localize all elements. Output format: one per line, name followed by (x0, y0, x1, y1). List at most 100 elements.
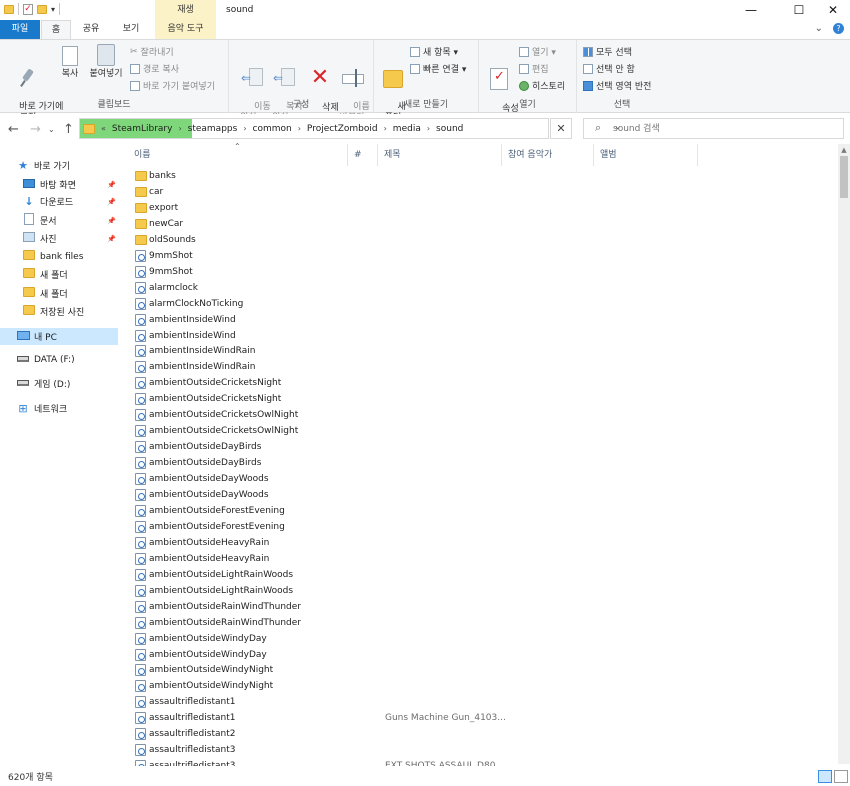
minimize-button[interactable]: — (734, 0, 768, 20)
search-input[interactable] (613, 121, 833, 136)
address-bar[interactable]: « SteamLibrary › steamapps › common › Pr… (79, 118, 622, 139)
file-row[interactable]: assaultrifledistant3 (130, 742, 830, 758)
file-row[interactable]: ambientInsideWindRain (130, 359, 830, 375)
file-row[interactable]: 9mmShot (130, 248, 830, 264)
sidebar-item[interactable]: bank files (0, 248, 118, 265)
breadcrumb-item[interactable]: SteamLibrary (112, 124, 173, 134)
paste-shortcut-button[interactable]: 바로 가기 붙여넣기 (130, 79, 215, 92)
file-row[interactable]: ambientInsideWind (130, 328, 830, 344)
file-row[interactable]: assaultrifledistant1 (130, 694, 830, 710)
select-all-button[interactable]: 모두 선택 (583, 45, 632, 58)
breadcrumb-separator[interactable]: › (243, 124, 246, 133)
breadcrumb-separator[interactable]: › (178, 124, 181, 133)
breadcrumb-separator[interactable]: › (384, 124, 387, 133)
paste-button[interactable]: 붙여넣기 (86, 44, 126, 80)
sidebar-item[interactable]: 저장된 사진 (0, 303, 118, 320)
file-row[interactable]: ambientInsideWindRain (130, 343, 830, 359)
customize-toolbar-dropdown[interactable]: ▾ (51, 5, 55, 14)
file-row[interactable]: banks (130, 168, 830, 184)
details-view-button[interactable] (818, 770, 832, 783)
file-row[interactable]: 9mmShot (130, 264, 830, 280)
file-row[interactable]: ambientOutsideDayBirds (130, 455, 830, 471)
file-row[interactable]: ambientInsideWind (130, 312, 830, 328)
tab-share[interactable]: 공유 (74, 20, 108, 39)
folder-icon[interactable] (4, 4, 14, 14)
invert-selection-button[interactable]: 선택 영역 반전 (583, 79, 651, 92)
file-row[interactable]: ambientOutsideCricketsNight (130, 391, 830, 407)
cut-button[interactable]: ✂ 잘라내기 (130, 45, 174, 59)
file-row[interactable]: ambientOutsideCricketsNight (130, 375, 830, 391)
vertical-scrollbar[interactable]: ▲ (838, 144, 850, 764)
sidebar-item[interactable]: DATA (F:) (0, 351, 118, 368)
back-button[interactable]: ← (8, 122, 19, 137)
breadcrumb-item[interactable]: ProjectZomboid (307, 124, 378, 134)
close-button[interactable]: ✕ (816, 0, 850, 20)
sidebar-item[interactable]: ★ 바로 가기 (0, 157, 118, 174)
file-row[interactable]: ambientOutsideRainWindThunder (130, 615, 830, 631)
edit-button[interactable]: 편집 (519, 62, 549, 75)
file-row[interactable]: ambientOutsideDayBirds (130, 439, 830, 455)
tab-home[interactable]: 홈 (41, 20, 71, 40)
tab-view[interactable]: 보기 (112, 20, 150, 39)
file-row[interactable]: ambientOutsideWindyDay (130, 647, 830, 663)
breadcrumb-separator[interactable]: › (298, 124, 301, 133)
sidebar-item[interactable]: 문서 📌 (0, 212, 118, 229)
clear-address-button[interactable]: ✕ (550, 118, 572, 139)
forward-button[interactable]: → (30, 122, 41, 137)
open-button[interactable]: 열기 ▾ (519, 45, 556, 58)
file-row[interactable]: ambientOutsideHeavyRain (130, 535, 830, 551)
sidebar-item[interactable]: 게임 (D:) (0, 375, 118, 392)
file-row[interactable]: ambientOutsideRainWindThunder (130, 599, 830, 615)
file-row[interactable]: ambientOutsideWindyNight (130, 662, 830, 678)
file-row[interactable]: alarmClockNoTicking (130, 296, 830, 312)
column-header-artist[interactable]: 참여 음악가 (504, 144, 594, 166)
sidebar-item[interactable]: ⊞ 네트워크 (0, 400, 118, 417)
sidebar-item[interactable]: 바탕 화면 📌 (0, 176, 118, 193)
breadcrumb-separator[interactable]: › (427, 124, 430, 133)
maximize-button[interactable]: ☐ (782, 0, 816, 20)
sidebar-item[interactable]: 새 폴더 (0, 266, 118, 283)
file-row[interactable]: ambientOutsideWindyNight (130, 678, 830, 694)
sidebar-item[interactable]: 새 폴더 (0, 285, 118, 302)
up-button[interactable]: ↑ (63, 122, 74, 137)
file-row[interactable]: ambientOutsideCricketsOwlNight (130, 407, 830, 423)
breadcrumb-item[interactable]: common (253, 124, 292, 134)
file-row[interactable]: car (130, 184, 830, 200)
breadcrumb-item[interactable]: media (393, 124, 421, 134)
file-row[interactable]: ambientOutsideWindyDay (130, 631, 830, 647)
file-row[interactable]: oldSounds (130, 232, 830, 248)
tab-file[interactable]: 파일 (0, 20, 40, 39)
file-row[interactable]: ambientOutsideHeavyRain (130, 551, 830, 567)
search-box[interactable]: ⌕ (583, 118, 844, 139)
sidebar-item[interactable]: 내 PC (0, 328, 118, 345)
file-row[interactable]: ambientOutsideCricketsOwlNight (130, 423, 830, 439)
file-row[interactable]: ambientOutsideDayWoods (130, 471, 830, 487)
large-icons-view-button[interactable] (834, 770, 848, 783)
column-header-album[interactable]: 앨범 (596, 144, 698, 166)
file-row[interactable]: assaultrifledistant1 Guns Machine Gun_410… (130, 710, 830, 726)
file-row[interactable]: assaultrifledistant2 (130, 726, 830, 742)
sidebar-item[interactable]: ↓ 다운로드 📌 (0, 193, 118, 210)
scroll-up-arrow[interactable]: ▲ (838, 144, 850, 156)
file-row[interactable]: ambientOutsideDayWoods (130, 487, 830, 503)
file-row[interactable]: alarmclock (130, 280, 830, 296)
column-header-name[interactable]: ⌃ 이름 (130, 142, 348, 166)
breadcrumb-item[interactable]: steamapps (188, 124, 238, 134)
collapse-ribbon-icon[interactable]: ⌄ (815, 23, 823, 34)
column-header-track[interactable]: # (350, 144, 378, 166)
file-row[interactable]: newCar (130, 216, 830, 232)
file-row[interactable]: ambientOutsideForestEvening (130, 503, 830, 519)
properties-icon[interactable]: ✓ (23, 3, 33, 15)
easy-access-button[interactable]: 빠른 연결 ▾ (410, 62, 466, 75)
new-item-button[interactable]: 새 항목 ▾ (410, 45, 458, 58)
sidebar-item[interactable]: 사진 📌 (0, 230, 118, 247)
file-row[interactable]: ambientOutsideLightRainWoods (130, 567, 830, 583)
tab-music-tools[interactable]: 음악 도구 (155, 20, 216, 39)
copy-button[interactable]: 복사 (56, 46, 84, 80)
recent-locations-dropdown[interactable]: ⌄ (48, 125, 55, 134)
file-row[interactable]: ambientOutsideForestEvening (130, 519, 830, 535)
breadcrumb-item[interactable]: sound (436, 124, 463, 134)
copy-path-button[interactable]: 경로 복사 (130, 62, 179, 75)
scroll-thumb[interactable] (840, 156, 848, 198)
overflow-chevron[interactable]: « (101, 124, 106, 133)
